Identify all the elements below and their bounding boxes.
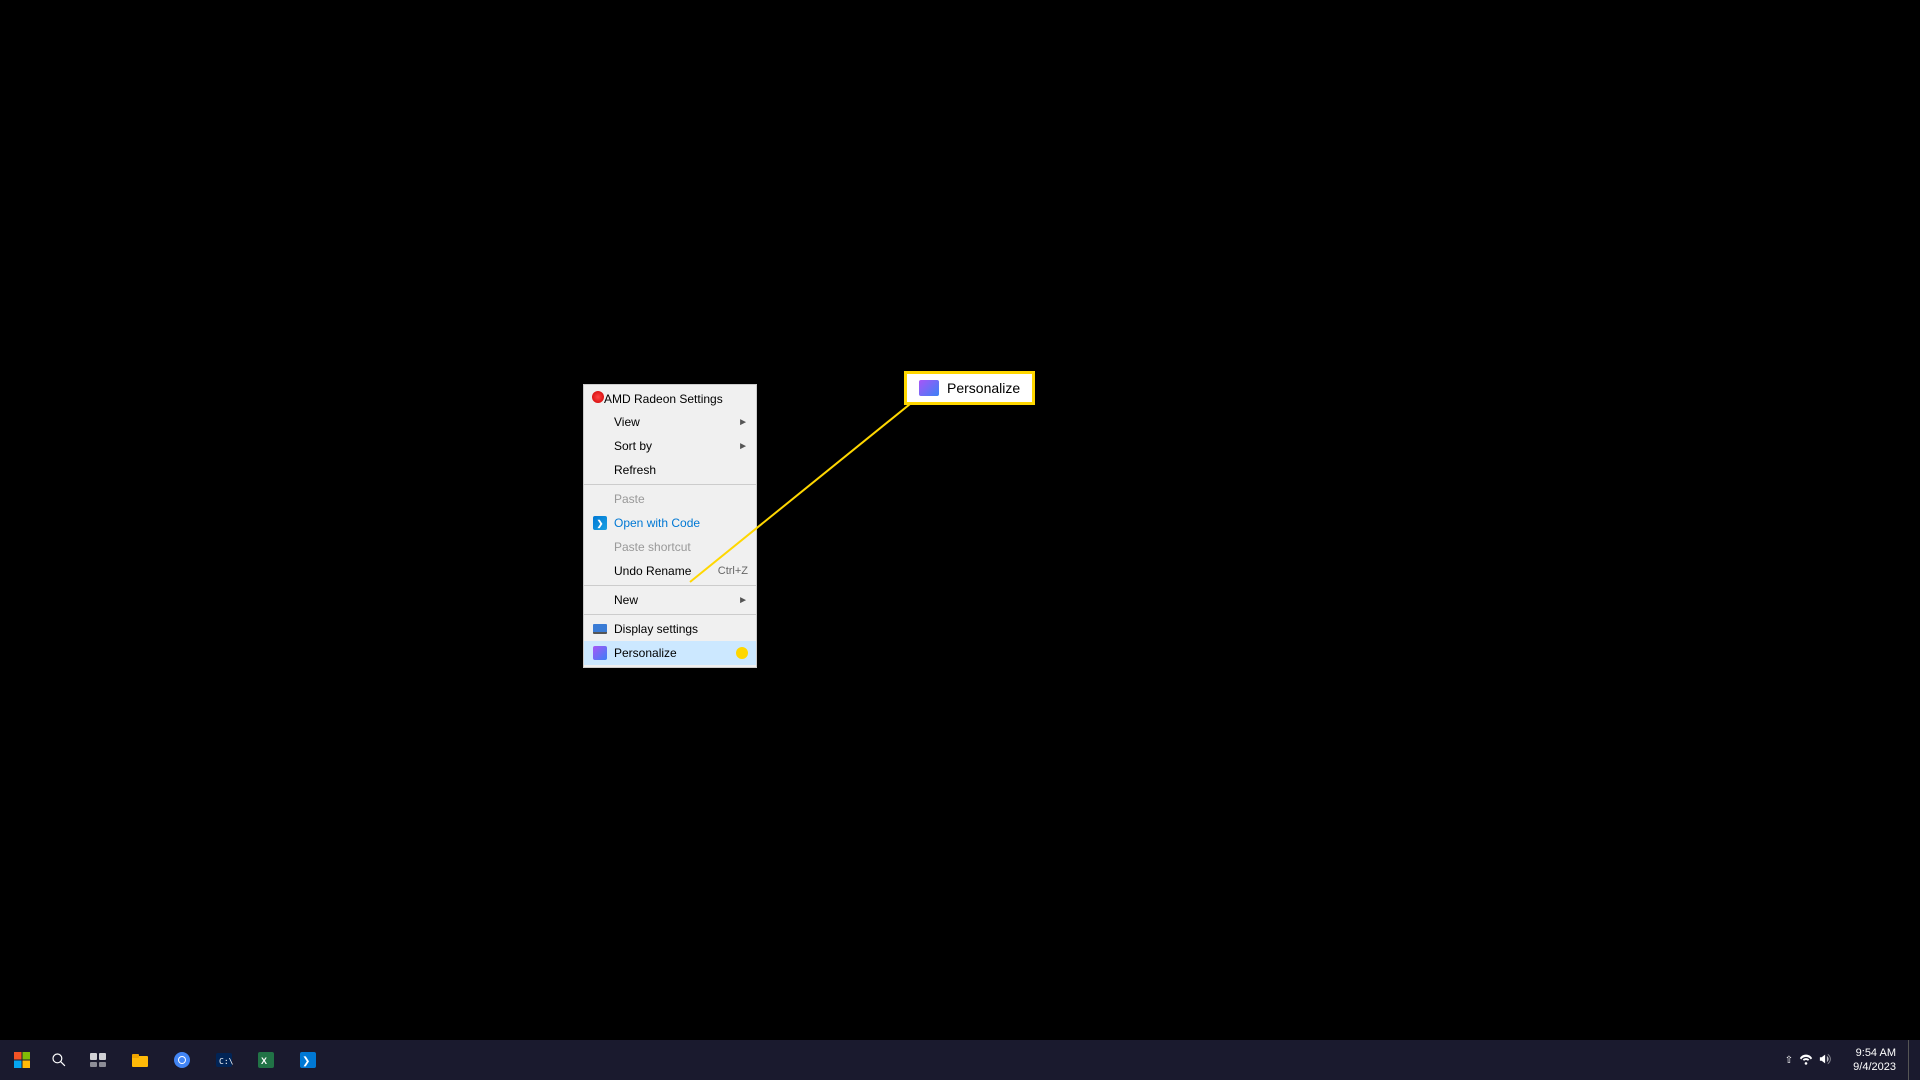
excel-icon: X: [256, 1050, 276, 1070]
taskbar-clock[interactable]: 9:54 AM 9/4/2023: [1845, 1046, 1904, 1075]
new-label: New: [614, 593, 738, 607]
taskbar-tray-expand[interactable]: ⇧: [1785, 1055, 1793, 1066]
sort-by-arrow: ►: [738, 441, 748, 452]
undo-rename-shortcut: Ctrl+Z: [718, 565, 748, 577]
taskbar-time-display: 9:54 AM: [1856, 1046, 1896, 1060]
context-menu-item-sort-by[interactable]: Sort by ►: [584, 434, 756, 458]
taskbar-app-icons: C:\ X ❯: [78, 1040, 328, 1080]
context-menu-item-new[interactable]: New ►: [584, 588, 756, 612]
taskbar-date-display: 9/4/2023: [1853, 1060, 1896, 1074]
taskbar-chrome[interactable]: [162, 1040, 202, 1080]
view-icon: [592, 414, 608, 430]
separator-2: [584, 585, 756, 586]
taskbar-vscode[interactable]: ❯: [288, 1040, 328, 1080]
context-menu-item-personalize[interactable]: Personalize: [584, 641, 756, 665]
svg-text:❯: ❯: [302, 1056, 310, 1067]
separator-3: [584, 614, 756, 615]
context-menu-item-refresh[interactable]: Refresh: [584, 458, 756, 482]
annotation-label: Personalize: [947, 380, 1020, 396]
taskbar-system-tray: ⇧ 9:54 AM 9/4/2023: [1777, 1040, 1920, 1080]
vscode-taskbar-icon: ❯: [298, 1050, 318, 1070]
taskbar-excel[interactable]: X: [246, 1040, 286, 1080]
taskbar: C:\ X ❯ ⇧: [0, 1040, 1920, 1080]
volume-icon: [1819, 1052, 1833, 1066]
context-menu-item-open-with-code[interactable]: ❯ Open with Code: [584, 511, 756, 535]
refresh-label: Refresh: [614, 463, 748, 477]
context-menu-item-amd-radeon[interactable]: AMD Radeon Settings: [584, 387, 756, 410]
taskbar-task-view[interactable]: [78, 1040, 118, 1080]
amd-radeon-label: AMD Radeon Settings: [604, 392, 723, 406]
display-settings-icon: [592, 621, 608, 637]
view-arrow: ►: [738, 417, 748, 428]
taskbar-sys-icons: ⇧: [1777, 1052, 1841, 1069]
context-menu-item-view[interactable]: View ►: [584, 410, 756, 434]
display-settings-label: Display settings: [614, 622, 748, 636]
task-view-icon: [88, 1050, 108, 1070]
taskbar-start-button[interactable]: [0, 1040, 44, 1080]
open-with-code-label: Open with Code: [614, 516, 748, 530]
new-arrow: ►: [738, 595, 748, 606]
sort-by-icon: [592, 438, 608, 454]
annotation-popup: Personalize: [905, 372, 1034, 404]
terminal-icon: C:\: [214, 1050, 234, 1070]
personalize-label: Personalize: [614, 646, 732, 660]
windows-icon: [13, 1051, 31, 1069]
taskbar-network-icon[interactable]: [1799, 1052, 1813, 1069]
view-label: View: [614, 415, 738, 429]
paste-icon: [592, 491, 608, 507]
context-menu-item-display-settings[interactable]: Display settings: [584, 617, 756, 641]
sort-by-label: Sort by: [614, 439, 738, 453]
file-explorer-icon: [130, 1050, 150, 1070]
undo-rename-icon: [592, 563, 608, 579]
context-menu-item-undo-rename[interactable]: Undo Rename Ctrl+Z: [584, 559, 756, 583]
taskbar-search-button[interactable]: [44, 1040, 74, 1080]
context-menu: AMD Radeon Settings View ► Sort by ► Ref…: [583, 384, 757, 668]
undo-rename-label: Undo Rename: [614, 564, 718, 578]
paste-shortcut-label: Paste shortcut: [614, 540, 748, 554]
vscode-icon: ❯: [592, 515, 608, 531]
paste-shortcut-icon: [592, 539, 608, 555]
personalize-menu-icon: [592, 645, 608, 661]
svg-text:C:\: C:\: [219, 1057, 234, 1066]
taskbar-volume-icon[interactable]: [1819, 1052, 1833, 1069]
svg-text:X: X: [261, 1056, 267, 1066]
annotation-personalize-icon: [919, 380, 939, 396]
taskbar-terminal[interactable]: C:\: [204, 1040, 244, 1080]
amd-icon: [592, 391, 604, 406]
context-menu-item-paste[interactable]: Paste: [584, 487, 756, 511]
search-icon: [51, 1052, 67, 1068]
refresh-icon: [592, 462, 608, 478]
paste-label: Paste: [614, 492, 748, 506]
desktop: [0, 0, 1920, 1080]
network-icon: [1799, 1052, 1813, 1066]
taskbar-file-explorer[interactable]: [120, 1040, 160, 1080]
taskbar-show-desktop[interactable]: [1908, 1040, 1912, 1080]
context-menu-item-paste-shortcut[interactable]: Paste shortcut: [584, 535, 756, 559]
chrome-icon: [172, 1050, 192, 1070]
personalize-dot-indicator: [736, 647, 748, 659]
separator-1: [584, 484, 756, 485]
new-icon: [592, 592, 608, 608]
